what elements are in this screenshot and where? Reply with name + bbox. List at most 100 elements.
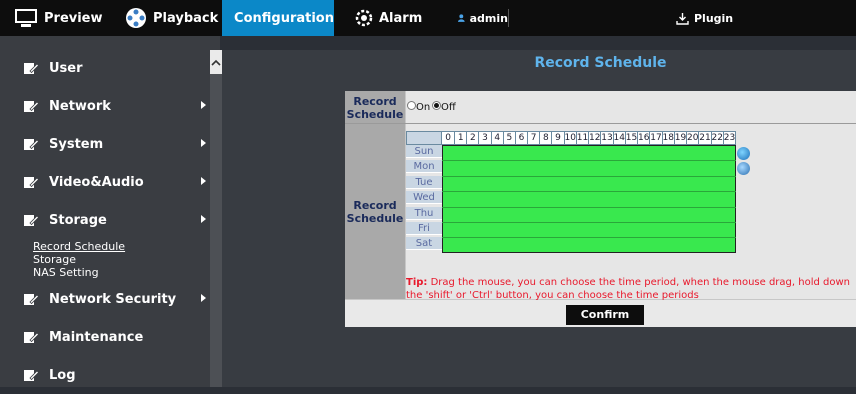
- hour-label: 1: [454, 132, 466, 144]
- submenu-item-record-schedule[interactable]: Record Schedule: [33, 240, 125, 253]
- radio-off-label: Off: [441, 102, 456, 113]
- tip-body: Drag the mouse, you can choose the time …: [406, 277, 850, 301]
- submenu-item-nas-setting[interactable]: NAS Setting: [33, 266, 99, 279]
- sidebar-item-label: Network: [49, 99, 111, 114]
- select-all-icon[interactable]: [737, 147, 750, 160]
- hour-label: 16: [637, 132, 649, 144]
- sidebar-item-label: Log: [49, 368, 76, 383]
- hour-label: 20: [686, 132, 698, 144]
- edit-icon: [24, 331, 39, 344]
- tab-label: Alarm: [379, 11, 422, 26]
- grid-row-line: [442, 237, 736, 238]
- hour-label: 22: [711, 132, 723, 144]
- hour-label: 18: [662, 132, 674, 144]
- sidebar-scrollbar[interactable]: [210, 50, 222, 387]
- sidebar-item-label: Maintenance: [49, 330, 143, 345]
- username: admin: [470, 12, 508, 25]
- hour-label: 5: [503, 132, 515, 144]
- chevron-right-icon: [201, 139, 206, 147]
- user-menu[interactable]: admin: [458, 0, 508, 36]
- tab-playback[interactable]: Playback: [125, 0, 220, 36]
- edit-icon: [24, 176, 39, 189]
- day-label: Thu: [406, 207, 442, 220]
- sidebar-item-network-security[interactable]: Network Security: [0, 280, 210, 318]
- scroll-up-button[interactable]: [210, 50, 222, 74]
- sidebar-item-maintenance[interactable]: Maintenance: [0, 318, 210, 356]
- chevron-up-icon: [211, 59, 221, 66]
- tip-text: Tip: Drag the mouse, you can choose the …: [406, 276, 856, 302]
- radio-off[interactable]: [432, 101, 441, 110]
- edit-icon: [24, 293, 39, 306]
- grid-row-line: [442, 222, 736, 223]
- hour-label: 19: [674, 132, 686, 144]
- submenu-item-storage[interactable]: Storage: [33, 253, 76, 266]
- sidebar-item-label: Storage: [49, 213, 107, 228]
- hour-label: 23: [723, 132, 735, 144]
- top-nav-bar: Preview Playback Configuration Alarm adm…: [0, 0, 856, 36]
- grid-corner: [406, 131, 442, 145]
- tab-alarm[interactable]: Alarm: [355, 0, 435, 36]
- download-icon: [676, 12, 689, 25]
- chevron-right-icon: [201, 101, 206, 109]
- hour-label: 2: [466, 132, 478, 144]
- tab-label: Configuration: [234, 11, 334, 26]
- film-reel-icon: [125, 7, 147, 29]
- day-label: Mon: [406, 160, 442, 173]
- tab-configuration[interactable]: Configuration: [222, 0, 334, 36]
- sidebar-item-storage[interactable]: Storage: [0, 201, 210, 239]
- edit-pencil-icon[interactable]: [737, 162, 750, 175]
- page-title: Record Schedule: [345, 55, 856, 71]
- sidebar-item-label: Video&Audio: [49, 175, 144, 190]
- label-line: Schedule: [345, 108, 405, 121]
- chevron-right-icon: [201, 177, 206, 185]
- field-label-schedule-grid: Record Schedule: [345, 199, 405, 225]
- day-label: Sat: [406, 237, 442, 250]
- sidebar-item-system[interactable]: System: [0, 125, 210, 163]
- hour-label: 21: [698, 132, 710, 144]
- divider: [345, 123, 856, 124]
- plugin-button[interactable]: Plugin: [676, 0, 756, 36]
- plugin-label: Plugin: [694, 12, 733, 25]
- confirm-button[interactable]: Confirm: [566, 305, 644, 325]
- label-line: Record: [345, 199, 405, 212]
- hour-label: 13: [600, 132, 612, 144]
- edit-icon: [24, 62, 39, 75]
- user-icon: [458, 11, 465, 25]
- day-label: Wed: [406, 191, 442, 204]
- hour-label: 10: [564, 132, 576, 144]
- tab-preview[interactable]: Preview: [14, 0, 114, 36]
- divider: [508, 9, 509, 27]
- hour-label: 4: [491, 132, 503, 144]
- hour-label: 17: [649, 132, 661, 144]
- hour-label: 7: [527, 132, 539, 144]
- sidebar-item-user[interactable]: User: [0, 49, 210, 87]
- sidebar-item-log[interactable]: Log: [0, 356, 210, 394]
- hour-label: 12: [588, 132, 600, 144]
- chevron-right-icon: [201, 294, 206, 302]
- sidebar-item-label: User: [49, 61, 83, 76]
- edit-icon: [24, 100, 39, 113]
- hour-label: 0: [442, 132, 454, 144]
- hour-label: 9: [551, 132, 563, 144]
- hour-label: 15: [625, 132, 637, 144]
- day-label: Tue: [406, 176, 442, 189]
- grid-row-line: [442, 160, 736, 161]
- hour-header: 01234567891011121314151617181920212223: [441, 131, 736, 145]
- grid-row-line: [442, 191, 736, 192]
- sidebar-item-label: Network Security: [49, 292, 176, 307]
- monitor-icon: [14, 8, 38, 28]
- hour-label: 11: [576, 132, 588, 144]
- edit-icon: [24, 138, 39, 151]
- tab-label: Preview: [44, 11, 103, 26]
- radio-on-label: On: [416, 102, 430, 113]
- sidebar-item-video-audio[interactable]: Video&Audio: [0, 163, 210, 201]
- sidebar-item-network[interactable]: Network: [0, 87, 210, 125]
- field-label-record-schedule: Record Schedule: [345, 95, 405, 121]
- radio-on[interactable]: [407, 101, 416, 110]
- edit-icon: [24, 214, 39, 227]
- tab-label: Playback: [153, 11, 218, 26]
- hour-label: 3: [478, 132, 490, 144]
- hour-label: 14: [613, 132, 625, 144]
- sidebar-item-label: System: [49, 137, 103, 152]
- chevron-right-icon: [201, 215, 206, 223]
